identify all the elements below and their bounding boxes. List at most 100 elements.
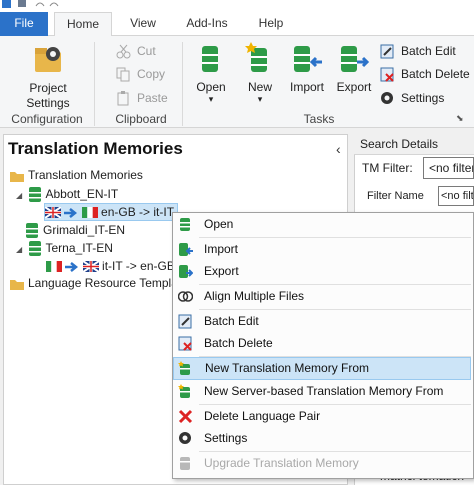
import-icon	[294, 46, 322, 72]
italy-flag-icon	[81, 207, 98, 219]
quick-access-icons[interactable]	[2, 0, 62, 10]
tree-item-en-it-pair-label: en-GB -> it-IT	[101, 205, 175, 219]
gear-icon	[179, 432, 191, 444]
menu-item-batch-delete-label: Batch Delete	[204, 336, 273, 350]
open-label: Open	[196, 80, 226, 94]
expand-arrow-icon[interactable]: ◢	[16, 245, 22, 254]
tree-item-abbott[interactable]: ◢ Abbott_EN-IT	[16, 185, 118, 203]
delete-icon	[178, 409, 193, 424]
import-button[interactable]: Import	[284, 42, 330, 95]
menu-item-open-label: Open	[204, 217, 234, 231]
export-icon	[341, 46, 370, 72]
open-tm-icon	[180, 218, 190, 231]
menu-item-new-tm-from-label: New Translation Memory From	[205, 361, 370, 375]
tab-view[interactable]: View	[118, 12, 168, 36]
menu-item-export[interactable]: Export	[173, 260, 471, 283]
settings-label: Settings	[401, 91, 445, 105]
menu-item-upgrade-label: Upgrade Translation Memory	[204, 456, 359, 470]
menu-item-delete-pair[interactable]: Delete Language Pair	[173, 405, 471, 428]
open-tm-icon	[202, 46, 218, 72]
settings-button[interactable]: Settings	[380, 89, 444, 107]
italy-flag-icon	[46, 261, 62, 273]
gear-icon	[381, 92, 393, 105]
batch-edit-label: Batch Edit	[401, 44, 456, 58]
tree-item-it-en-pair-label: it-IT -> en-GB	[102, 259, 175, 273]
batch-edit-button[interactable]: Batch Edit	[380, 42, 456, 60]
paste-icon	[117, 91, 129, 106]
group-divider	[182, 42, 183, 126]
menu-item-new-server-tm-from-label: New Server-based Translation Memory From	[204, 384, 444, 398]
menu-item-align[interactable]: Align Multiple Files	[173, 285, 471, 308]
tm-filter-label: TM Filter:	[362, 161, 413, 175]
batch-delete-icon	[380, 67, 394, 83]
menu-item-batch-delete[interactable]: Batch Delete	[173, 332, 471, 355]
copy-button[interactable]: Copy	[116, 65, 165, 83]
batch-delete-button[interactable]: Batch Delete	[380, 65, 470, 83]
collapse-pane-icon[interactable]: ‹	[336, 141, 341, 157]
pane-title: Translation Memories	[8, 139, 183, 158]
arrow-right-icon	[65, 261, 79, 272]
menu-item-batch-edit-label: Batch Edit	[204, 314, 259, 328]
tree-item-language-resource-templates[interactable]: Language Resource Templates	[10, 274, 194, 292]
paste-button[interactable]: Paste	[116, 89, 168, 107]
cut-button[interactable]: Cut	[116, 42, 156, 60]
tm-database-icon	[26, 223, 38, 239]
align-files-icon	[178, 291, 193, 302]
tab-home[interactable]: Home	[54, 12, 112, 37]
project-settings-button[interactable]: Project Settings	[14, 42, 82, 111]
tree-item-it-en-pair[interactable]: it-IT -> en-GB	[46, 257, 175, 275]
menu-item-batch-edit[interactable]: Batch Edit	[173, 310, 471, 333]
copy-label: Copy	[137, 67, 166, 81]
menu-item-new-tm-from[interactable]: New Translation Memory From	[173, 357, 471, 380]
group-label-tasks: Tasks	[303, 112, 335, 126]
uk-flag-icon	[82, 260, 100, 274]
batch-edit-icon	[380, 44, 394, 59]
menu-item-upgrade: Upgrade Translation Memory	[173, 452, 471, 475]
project-settings-icon	[35, 47, 61, 72]
tree-root[interactable]: Translation Memories	[10, 166, 143, 184]
tm-filter-select[interactable]: <no filter>	[423, 157, 474, 179]
tab-addins[interactable]: Add-Ins	[176, 12, 238, 36]
dialog-launcher-icon[interactable]: ⬊	[456, 113, 464, 124]
tm-database-icon	[28, 241, 41, 257]
filter-name-select[interactable]: <no filter>	[438, 186, 474, 206]
menu-item-settings[interactable]: Settings	[173, 427, 471, 450]
tree-item-grimaldi[interactable]: Grimaldi_IT-EN	[26, 221, 125, 239]
tree-item-terna[interactable]: ◢ Terna_IT-EN	[16, 239, 113, 257]
cut-label: Cut	[137, 44, 156, 58]
export-button[interactable]: Export	[332, 42, 376, 95]
new-button[interactable]: New ▾	[240, 42, 280, 104]
tree-item-en-it-pair[interactable]: en-GB -> it-IT	[44, 203, 179, 221]
import-icon	[179, 243, 193, 256]
group-divider	[94, 42, 95, 126]
uk-flag-icon	[44, 206, 62, 220]
expand-arrow-icon[interactable]: ◢	[16, 191, 22, 200]
menu-item-new-server-tm-from[interactable]: New Server-based Translation Memory From	[173, 380, 471, 403]
menu-item-open[interactable]: Open	[173, 213, 471, 236]
batch-edit-icon	[178, 314, 192, 329]
tab-help[interactable]: Help	[246, 12, 296, 36]
new-dropdown-icon: ▾	[257, 94, 263, 104]
upgrade-tm-icon	[180, 457, 190, 470]
scissors-icon	[116, 45, 131, 59]
open-button[interactable]: Open ▾	[190, 42, 232, 104]
group-label-configuration: Configuration	[11, 112, 83, 126]
copy-icon	[116, 67, 130, 82]
batch-delete-icon	[178, 336, 192, 351]
new-tm-icon	[178, 361, 190, 375]
import-label: Import	[289, 80, 324, 94]
menu-item-delete-pair-label: Delete Language Pair	[204, 409, 321, 423]
menu-item-export-label: Export	[204, 264, 239, 278]
new-tm-icon	[245, 42, 267, 72]
tree-item-abbott-label: Abbott_EN-IT	[45, 187, 119, 201]
tab-file[interactable]: File	[0, 12, 48, 36]
export-label: Export	[336, 80, 372, 94]
menu-item-align-label: Align Multiple Files	[204, 289, 305, 303]
tree-item-lrt-label: Language Resource Templates	[28, 276, 194, 290]
project-settings-label: Project Settings	[26, 81, 70, 110]
tree-item-grimaldi-label: Grimaldi_IT-EN	[43, 223, 126, 237]
tree-item-terna-label: Terna_IT-EN	[45, 241, 113, 255]
new-label: New	[247, 80, 272, 94]
menu-item-import[interactable]: Import	[173, 238, 471, 261]
paste-label: Paste	[137, 91, 168, 105]
